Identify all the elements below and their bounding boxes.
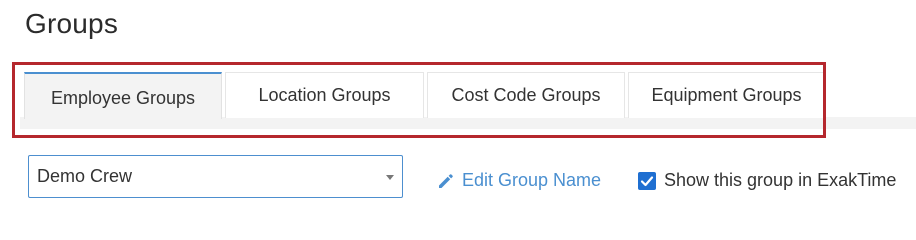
group-select-value: Demo Crew — [37, 166, 133, 186]
pencil-icon — [439, 173, 453, 188]
page-title: Groups — [25, 8, 119, 39]
caret-down-icon — [386, 175, 394, 180]
groups-page: Groups Employee Groups Location Groups C… — [0, 0, 916, 215]
edit-group-name-label: Edit Group Name — [462, 170, 602, 190]
checkmark-icon — [640, 175, 654, 186]
show-group-label: Show this group in ExakTime — [664, 170, 897, 190]
group-select[interactable]: Demo Crew — [28, 155, 403, 198]
show-group-option: Show this group in ExakTime — [638, 170, 896, 191]
show-group-checkbox[interactable] — [638, 171, 656, 190]
tabs-highlight-annotation — [12, 62, 826, 138]
edit-group-name-link[interactable]: Edit Group Name — [436, 170, 601, 191]
